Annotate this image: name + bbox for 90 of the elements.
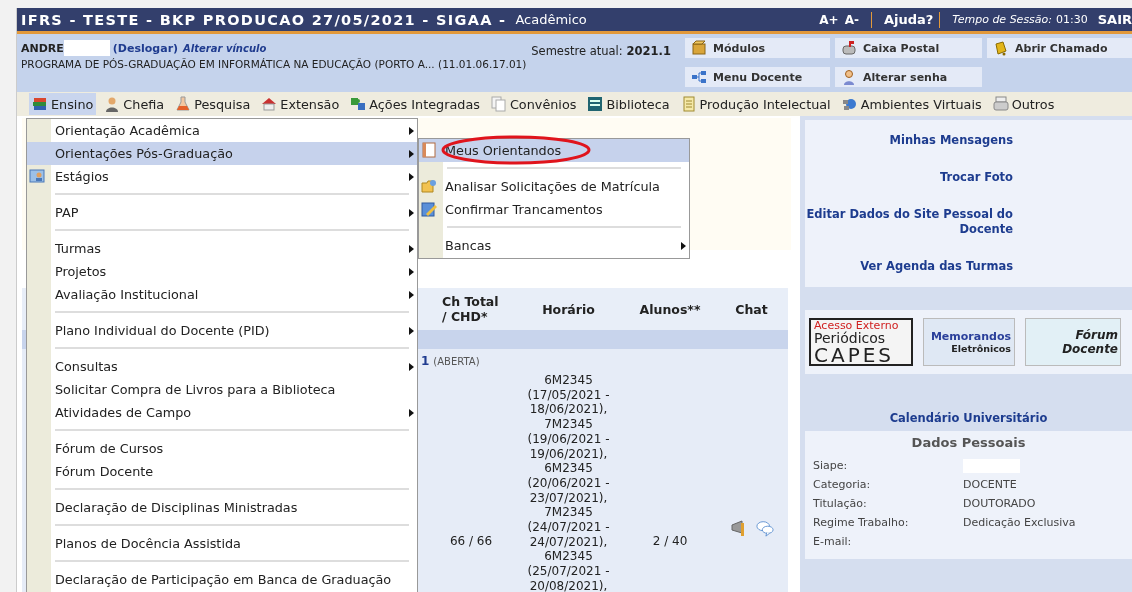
menu-item[interactable]: Declaração de Disciplinas Ministradas: [27, 496, 417, 519]
pages-icon: [490, 96, 507, 112]
menu-item[interactable]: Bancas: [419, 234, 689, 257]
shortcut-button[interactable]: Módulos: [685, 38, 830, 58]
menu-item[interactable]: Planos de Docência Assistida: [27, 532, 417, 555]
person-icon: [104, 96, 121, 112]
folder-icon: [421, 178, 437, 194]
menu-item[interactable]: Atividades de Campo: [27, 401, 417, 424]
printer-icon: [992, 96, 1009, 112]
sidebar-link[interactable]: Ver Agenda das Turmas: [805, 259, 1013, 274]
menu-bar-item[interactable]: Convênios: [487, 93, 580, 115]
semester-label: Semestre atual:: [531, 44, 623, 60]
logout-link[interactable]: (Deslogar): [112, 41, 179, 55]
menu-item[interactable]: Estágios: [27, 165, 417, 188]
panel-title: Dados Pessoais: [910, 435, 1027, 450]
id-card-icon: [29, 168, 45, 184]
page-icon: [421, 142, 437, 158]
banner-link[interactable]: Memorandos Eletrônicos: [923, 318, 1015, 366]
edit-icon: [421, 201, 437, 217]
sidebar-link[interactable]: Trocar Foto: [805, 170, 1013, 185]
chat-bubbles-icon[interactable]: [755, 519, 774, 537]
menu-bar-item[interactable]: Pesquisa: [172, 93, 254, 115]
menu-bar-item[interactable]: Produção Intelectual: [677, 93, 834, 115]
field-label: E-mail:: [813, 535, 853, 548]
menu-bar-item[interactable]: Ambientes Virtuais: [838, 93, 985, 115]
banner-link[interactable]: Fórum Docente: [1025, 318, 1121, 366]
menu-bar-item[interactable]: Outros: [989, 93, 1058, 115]
semester-value: 2021.1: [626, 44, 671, 60]
menu-item[interactable]: Analisar Solicitações de Matrícula: [419, 175, 689, 198]
column-header: Horário: [512, 288, 625, 330]
font-increase-link[interactable]: A+: [819, 12, 839, 27]
field-value: DOUTORADO: [963, 497, 1036, 510]
column-header: Chat: [715, 288, 788, 330]
shortcut-button[interactable]: Caixa Postal: [835, 38, 982, 58]
column-header: Alunos**: [625, 288, 715, 330]
field-label: Categoria:: [813, 478, 872, 491]
table-cell: 66 / 66: [449, 534, 493, 548]
class-code-link[interactable]: 1: [421, 354, 430, 368]
books-icon: [32, 96, 48, 112]
unit-name: PROGRAMA DE PÓS-GRADUAÇÃO EM INFORMÁTICA NA EDUCAÇÃO (PORTO A... (11.01.06.17.01): [21, 58, 527, 70]
menu-item[interactable]: Declaração de Participação em Banca de Graduação: [27, 568, 417, 591]
house-icon: [261, 96, 278, 112]
mailbox-icon: [841, 40, 857, 56]
change-link[interactable]: Alterar vínculo: [183, 42, 267, 54]
table-cell: 2 / 40: [652, 534, 688, 548]
menu-item[interactable]: Fórum Docente: [27, 460, 417, 483]
menu-item[interactable]: Orientações Pós-Graduação: [27, 142, 417, 165]
session-label: Tempo de Sessão:: [952, 13, 1052, 26]
system-title: IFRS - TESTE - BKP PRODUCAO 27/05/2021 - SIGAA -: [21, 11, 507, 28]
menu-bar-item[interactable]: Chefia: [101, 93, 168, 115]
field-label: Regime Trabalho:: [813, 516, 910, 529]
module-name: Acadêmico: [515, 12, 587, 27]
session-time: 01:30: [1056, 13, 1088, 26]
logout-link[interactable]: SAIR: [1097, 12, 1132, 27]
box-icon: [691, 40, 707, 56]
menu-bar-item[interactable]: Extensão: [258, 93, 343, 115]
class-status: (ABERTA): [433, 356, 480, 367]
menu-item[interactable]: Plano Individual do Docente (PID): [27, 319, 417, 342]
hierarchy-icon: [691, 69, 707, 85]
notepad-icon: [680, 96, 697, 112]
field-value: DOCENTE: [963, 478, 1017, 491]
menu-bar-item[interactable]: Ações Integradas: [347, 93, 483, 115]
calendar-link[interactable]: Calendário Universitário: [805, 411, 1132, 425]
table-cell: 6M2345 (17/05/2021 - 18/06/2021), 7M2345 (19/06/2021 - 19/06/2021), 6M2345 (20/06/2021 - 23/07/2021), 7M2345 (24/07/2021 - 24/07/2021), 6M2345 (25/07/2021 - 20/08/2021),: [527, 373, 610, 592]
monitor-icon: [587, 96, 604, 112]
sidebar-link[interactable]: Minhas Mensagens: [805, 133, 1013, 148]
banner-link[interactable]: Acesso Externo Periódicos CAPES: [809, 318, 913, 366]
field-label: Titulação:: [813, 497, 868, 510]
user-name: ANDRE: [21, 41, 64, 55]
flask-icon: [175, 96, 192, 112]
column-header: Ch Total / CHD*: [430, 288, 512, 330]
menu-item[interactable]: Fórum de Cursos: [27, 437, 417, 460]
font-decrease-link[interactable]: A-: [844, 12, 859, 27]
menu-item[interactable]: Consultas: [27, 355, 417, 378]
help-link[interactable]: Ajuda?: [883, 12, 934, 27]
menu-item[interactable]: Solicitar Compra de Livros para a Biblioteca: [27, 378, 417, 401]
menu-bar-item[interactable]: Biblioteca: [584, 93, 673, 115]
network-icon: [841, 96, 858, 112]
sidebar-link[interactable]: Editar Dados do Site Pessoal do Docente: [805, 207, 1013, 237]
field-label: Siape:: [813, 459, 849, 472]
shortcut-button[interactable]: Abrir Chamado: [987, 38, 1132, 58]
shortcut-button[interactable]: Menu Docente: [685, 67, 830, 87]
shortcut-button[interactable]: Alterar senha: [835, 67, 982, 87]
person-icon: [841, 69, 857, 85]
field-value: Dedicação Exclusiva: [963, 516, 1076, 529]
menu-bar-item[interactable]: Ensino: [29, 93, 97, 115]
menu-item[interactable]: Confirmar Trancamentos: [419, 198, 689, 221]
menu-item[interactable]: Projetos: [27, 260, 417, 283]
puzzle-icon: [350, 96, 367, 112]
menu-item[interactable]: Avaliação Institucional: [27, 283, 417, 306]
